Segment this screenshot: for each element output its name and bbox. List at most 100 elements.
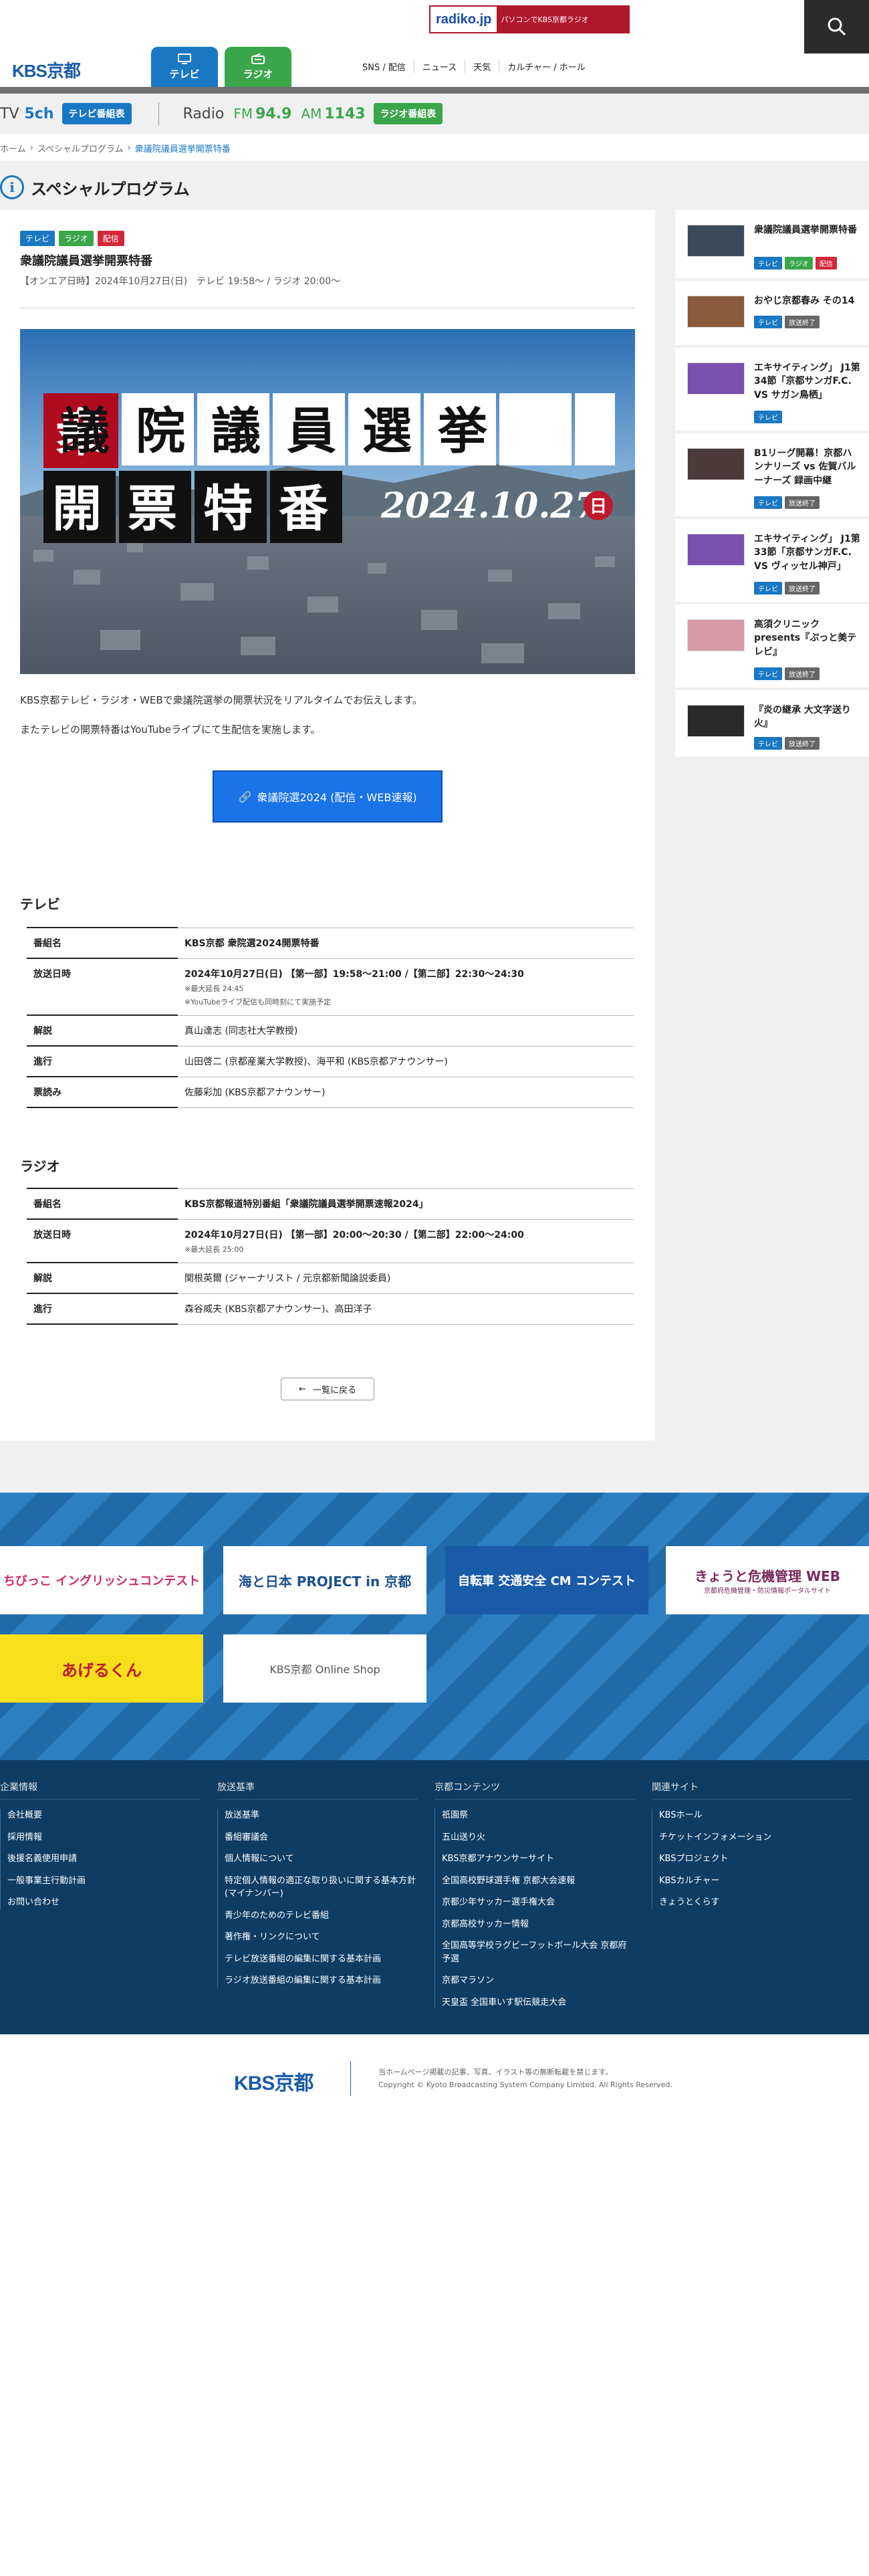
election-link-button[interactable]: 🔗 衆議院選2024 (配信・WEB速報) (213, 770, 443, 823)
hero-image: 衆 議院議員選挙 開票特番 2024.10.27 日 (20, 329, 635, 674)
footer-link[interactable]: ラジオ放送番組の編集に関する基本計画 (225, 1974, 418, 1988)
row-note: ※YouTubeライブ配信も同時刻にて実施予定 (184, 997, 331, 1006)
breadcrumb: ホーム › スペシャルプログラム › 衆議院議員選挙開票特番 (0, 142, 231, 154)
footer-link[interactable]: 番組審議会 (225, 1831, 418, 1844)
row-key: 進行 (27, 1046, 178, 1077)
footer-link[interactable]: 天皇盃 全国車いす駅伝競走大会 (442, 1996, 635, 2010)
sidebar-item[interactable]: B1リーグ開幕！京都ハンナリーズ vs 佐賀バルーナーズ 録画中継 テレビ 放送終… (675, 433, 869, 519)
hero-headline-2: 開票特番 (52, 480, 354, 538)
footer-col-title: 関連サイト (652, 1780, 852, 1800)
info-icon: i (0, 175, 24, 199)
tv-schedule-button[interactable]: テレビ番組表 (61, 103, 132, 124)
program-tags: テレビ ラジオ 配信 (20, 231, 124, 246)
breadcrumb-special[interactable]: スペシャルプログラム (37, 142, 124, 154)
footer-link[interactable]: 著作権・リンクについて (225, 1931, 418, 1944)
sidebar-tags: テレビ 放送終了 (754, 737, 820, 750)
footer-link[interactable]: 五山送り火 (442, 1831, 635, 1844)
breadcrumb-current: 衆議院議員選挙開票特番 (134, 144, 231, 154)
sidebar-item[interactable]: エキサイティング」 J1第33節「京都サンガF.C. VS ヴィッセル神戸」 テ… (675, 519, 869, 605)
search-button[interactable] (804, 0, 869, 53)
onair-time: 【オンエア日時】2024年10月27日(日) テレビ 19:58〜 / ラジオ … (20, 276, 341, 287)
site-logo[interactable]: KBS京都 (12, 58, 81, 82)
footer-link[interactable]: 採用情報 (7, 1831, 201, 1844)
row-value-cell: 2024年10月27日(日) 【第一部】19:58〜21:00 /【第二部】22… (178, 958, 634, 1016)
footer-logo[interactable]: KBS京都 (234, 2066, 314, 2096)
back-label: 一覧に戻る (312, 1385, 356, 1396)
footer-link[interactable]: 一般事業主行動計画 (7, 1874, 201, 1888)
sidebar-item[interactable]: エキサイティング」 J1第34節「京都サンガF.C. VS サガン鳥栖」 テレビ (675, 348, 869, 433)
tv-section-heading: テレビ (20, 896, 60, 912)
tag-stream: 配信 (815, 257, 837, 270)
menu-culture[interactable]: カルチャー / ホール (499, 60, 594, 73)
footer-link[interactable]: 会社概要 (7, 1809, 201, 1822)
sidebar-thumbnail (687, 448, 745, 480)
row-value-cell: 2024年10月27日(日) 【第一部】20:00〜20:30 /【第二部】22… (178, 1219, 634, 1263)
sidebar-thumbnail (687, 362, 745, 395)
sidebar-tags: テレビ 放送終了 (754, 667, 820, 680)
footer-link[interactable]: 京都高校サッカー情報 (442, 1918, 635, 1931)
sidebar-item[interactable]: 衆議院議員選挙開票特番 テレビ ラジオ 配信 (675, 210, 869, 281)
arrow-left-icon: ← (299, 1384, 306, 1394)
footer-link[interactable]: KBSホール (659, 1809, 852, 1822)
footer-link[interactable]: KBSプロジェクト (659, 1852, 852, 1866)
page-title: i スペシャルプログラム (0, 175, 190, 199)
row-key: 解説 (27, 1263, 178, 1294)
tab-tv[interactable]: テレビ (151, 47, 218, 87)
site-footer: 企業情報 会社概要 採用情報 後援名義使用申請 一般事業主行動計画 お問い合わせ… (0, 1760, 869, 2034)
footer-link[interactable]: お問い合わせ (7, 1896, 201, 1909)
banner-agerukun[interactable]: あげるくん (0, 1634, 203, 1703)
banner-online-shop[interactable]: KBS京都 Online Shop (223, 1634, 426, 1703)
banner-crisis-sub: 京都府危機管理・防災情報ポータルサイト (704, 1588, 831, 1595)
footer-link[interactable]: KBSカルチャー (659, 1874, 852, 1888)
banner-umi-nippon[interactable]: 海と日本 PROJECT in 京都 (223, 1546, 426, 1614)
footer-link[interactable]: 後援名義使用申請 (7, 1852, 201, 1866)
footer-link[interactable]: チケットインフォメーション (659, 1831, 852, 1844)
row-value: KBS京都報道特別番組「衆議院議員選挙開票速報2024」 (178, 1188, 634, 1220)
tag-ended: 放送終了 (785, 667, 820, 680)
table-row: 票読み 佐藤彩加 (KBS京都アナウンサー) (27, 1077, 634, 1108)
table-row: 進行 山田啓二 (京都産業大学教授)、海平和 (KBS京都アナウンサー) (27, 1046, 634, 1077)
footer-link[interactable]: 青少年のためのテレビ番組 (225, 1909, 418, 1923)
footer-link[interactable]: 特定個人情報の適正な取り扱いに関する基本方針(マイナンバー) (225, 1874, 418, 1901)
footer-link[interactable]: 京都マラソン (442, 1974, 635, 1988)
breadcrumb-home[interactable]: ホーム (0, 142, 26, 154)
radiko-text: パソコンでKBS京都ラジオ (501, 15, 589, 24)
radio-info-table: 番組名 KBS京都報道特別番組「衆議院議員選挙開票速報2024」 放送日時 2024… (27, 1188, 634, 1325)
sidebar-item[interactable]: 高須クリニック presents『ぷっと美テレビ』 テレビ 放送終了 (675, 605, 869, 690)
sidebar-item[interactable]: おやじ京都春み その14 テレビ 放送終了 (675, 281, 869, 348)
table-row: 放送日時 2024年10月27日(日) 【第一部】20:00〜20:30 /【第二… (27, 1219, 634, 1263)
sidebar-tags: テレビ ラジオ 配信 (754, 257, 837, 270)
banner-bicycle-cm[interactable]: 自転車 交通安全 CM コンテスト (445, 1546, 648, 1614)
row-key: 放送日時 (27, 1219, 178, 1263)
radiko-banner[interactable]: radiko.jp パソコンでKBS京都ラジオ (429, 5, 630, 33)
footer-link[interactable]: 全国高校野球選手権 京都大会速報 (442, 1874, 635, 1888)
tag-tv: テレビ (20, 231, 55, 246)
footer-link[interactable]: 全国高等学校ラグビーフットボール大会 京都府予選 (442, 1939, 635, 1965)
radio-schedule-button[interactable]: ラジオ番組表 (373, 103, 443, 124)
sidebar-item[interactable]: 『炎の継承 大文字送り火』 テレビ 放送終了 (675, 690, 869, 760)
back-to-list-button[interactable]: ← 一覧に戻る (281, 1378, 374, 1400)
row-key: 票読み (27, 1077, 178, 1108)
tv-label: TV (0, 105, 19, 122)
sidebar-item-title: エキサイティング」 J1第33節「京都サンガF.C. VS ヴィッセル神戸」 (754, 534, 860, 572)
row-value: 関根英爾 (ジャーナリスト / 元京都新聞論説委員) (178, 1263, 634, 1294)
row-key: 解説 (27, 1015, 178, 1047)
tag-tv: テレビ (754, 737, 782, 750)
footer-link[interactable]: 祇園祭 (442, 1809, 635, 1822)
banner-crisis-web[interactable]: きょうと危機管理 WEB 京都府危機管理・防災情報ポータルサイト (666, 1546, 869, 1614)
radio-icon (251, 53, 265, 64)
menu-sns[interactable]: SNS / 配信 (354, 60, 414, 73)
banner-english-contest[interactable]: ちびっこ イングリッシュコンテスト (0, 1546, 203, 1614)
row-value: 2024年10月27日(日) 【第一部】20:00〜20:30 /【第二部】22… (184, 1229, 524, 1241)
menu-news[interactable]: ニュース (413, 60, 465, 73)
footer-link[interactable]: きょうとくらす (659, 1896, 852, 1909)
footer-link[interactable]: 京都少年サッカー選手権大会 (442, 1896, 635, 1909)
footer-link[interactable]: 個人情報について (225, 1852, 418, 1866)
table-row: 解説 関根英爾 (ジャーナリスト / 元京都新聞論説委員) (27, 1263, 634, 1294)
footer-link[interactable]: テレビ放送番組の編集に関する基本計画 (225, 1953, 418, 1966)
banner-crisis-title: きょうと危機管理 WEB (695, 1568, 840, 1584)
tab-radio[interactable]: ラジオ (225, 47, 291, 87)
footer-link[interactable]: 放送基準 (225, 1809, 418, 1822)
footer-link[interactable]: KBS京都アナウンサーサイト (442, 1852, 635, 1866)
menu-weather[interactable]: 天気 (465, 60, 499, 73)
